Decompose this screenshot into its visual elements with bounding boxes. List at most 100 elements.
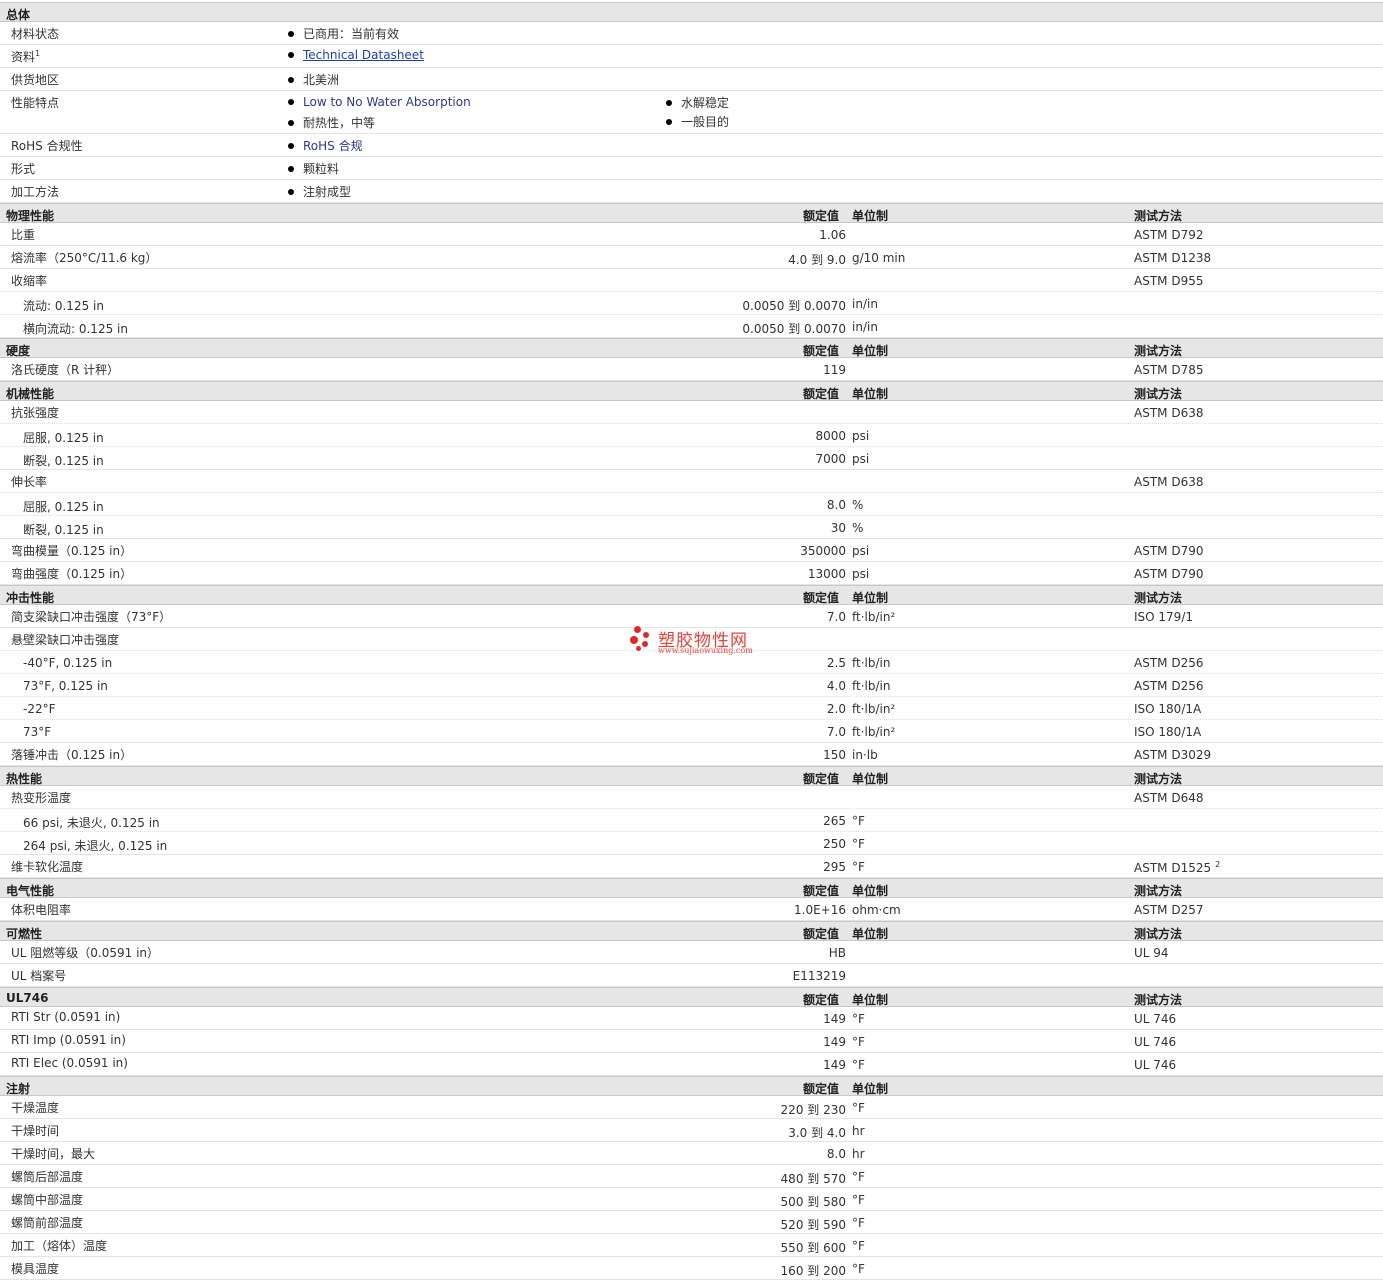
property-row: 干燥时间，最大 8.0 hr <box>0 1142 1383 1165</box>
property-label: 干燥温度 <box>11 1101 60 1115</box>
property-row: 维卡软化温度 295 °F ASTM D1525 2 <box>0 855 1383 878</box>
column-header-value: 额定值 <box>803 344 840 358</box>
column-header-value: 额定值 <box>803 591 840 605</box>
bullet-text: 一般目的 <box>681 115 730 129</box>
row-label: 性能特点 <box>11 96 60 110</box>
column-header-method: 测试方法 <box>1134 884 1183 898</box>
section-title: 总体 <box>6 8 31 22</box>
property-unit: °F <box>852 1193 865 1207</box>
property-label: UL 档案号 <box>11 969 67 983</box>
bullet-dot-icon <box>288 188 294 195</box>
row-label: 资料1 <box>11 49 41 64</box>
property-unit: ft·lb/in <box>852 656 891 670</box>
bullet-text: 北美洲 <box>303 73 340 87</box>
test-method: ASTM D1525 2 <box>1134 860 1221 875</box>
property-label: 干燥时间，最大 <box>11 1147 96 1161</box>
test-method: UL 746 <box>1134 1012 1177 1026</box>
property-label: 横向流动: 0.125 in <box>23 322 128 336</box>
property-value: 295 <box>823 860 846 874</box>
property-row: 简支梁缺口冲击强度（73°F） 7.0 ft·lb/in² ISO 179/1 <box>0 605 1383 628</box>
section-title: 冲击性能 <box>6 591 55 605</box>
property-label: -40°F, 0.125 in <box>23 656 113 670</box>
property-label: 伸长率 <box>11 475 48 489</box>
section-title: UL746 <box>6 991 49 1005</box>
bullet-dot-icon <box>288 98 294 105</box>
column-header-method: 测试方法 <box>1134 591 1183 605</box>
test-method: ASTM D257 <box>1134 903 1204 917</box>
property-row: -22°F 2.0 ft·lb/in² ISO 180/1A <box>0 697 1383 720</box>
test-method: ASTM D3029 <box>1134 748 1212 762</box>
section-title: 热性能 <box>6 772 43 786</box>
section-title: 物理性能 <box>6 209 55 223</box>
section-header: 物理性能 额定值 单位制 测试方法 <box>0 203 1383 223</box>
property-row: 热变形温度 ASTM D648 <box>0 786 1383 809</box>
property-label: 模具温度 <box>11 1262 60 1276</box>
bullet-text: RoHS 合规 <box>303 139 363 153</box>
property-label: 收缩率 <box>11 274 48 288</box>
bullet-text: 注射成型 <box>303 185 352 199</box>
column-header-method: 测试方法 <box>1134 387 1183 401</box>
section-header: 机械性能 额定值 单位制 测试方法 <box>0 381 1383 401</box>
property-unit: ohm·cm <box>852 903 901 917</box>
technical-datasheet-link[interactable]: Technical Datasheet <box>303 48 424 62</box>
section-title: 注射 <box>6 1082 31 1096</box>
property-label: 抗张强度 <box>11 406 60 420</box>
property-value: 4.0 到 9.0 <box>788 253 846 267</box>
footnote-marker: 1 <box>35 49 41 58</box>
property-value: 119 <box>823 363 846 377</box>
property-value: 30 <box>830 521 846 535</box>
property-value: 8.0 <box>826 498 846 512</box>
property-row: 体积电阻率 1.0E+16 ohm·cm ASTM D257 <box>0 898 1383 921</box>
column-header-value: 额定值 <box>803 927 840 941</box>
property-row: UL 阻燃等级（0.0591 in） HB UL 94 <box>0 941 1383 964</box>
property-value: 520 到 590 <box>780 1218 846 1232</box>
property-unit: ft·lb/in² <box>852 702 896 716</box>
test-method: ASTM D785 <box>1134 363 1204 377</box>
property-unit: °F <box>852 1012 865 1026</box>
property-unit: °F <box>852 1216 865 1230</box>
property-label: 比重 <box>11 228 36 242</box>
test-method: ASTM D1238 <box>1134 251 1212 265</box>
property-row: RTI Elec (0.0591 in) 149 °F UL 746 <box>0 1053 1383 1076</box>
property-value: 250 <box>823 837 846 851</box>
column-header-unit: 单位制 <box>852 209 889 223</box>
general-row: 供货地区 北美洲 <box>0 68 1383 91</box>
test-method: ASTM D638 <box>1134 475 1204 489</box>
property-row: 屈服, 0.125 in 8000 psi <box>0 424 1383 447</box>
property-label: 66 psi, 未退火, 0.125 in <box>23 816 160 830</box>
section-header: 注射 额定值 单位制 <box>0 1076 1383 1096</box>
property-label: 断裂, 0.125 in <box>23 454 104 468</box>
property-row: 模具温度 160 到 200 °F <box>0 1257 1383 1280</box>
bullet-dot-icon <box>666 99 672 106</box>
property-label: 弯曲模量（0.125 in） <box>11 544 133 558</box>
bullet-dot-icon <box>288 30 294 37</box>
section-title: 硬度 <box>6 344 31 358</box>
property-value: 0.0050 到 0.0070 <box>742 322 846 336</box>
property-unit: psi <box>852 452 870 466</box>
column-header-unit: 单位制 <box>852 772 889 786</box>
test-method: ASTM D648 <box>1134 791 1204 805</box>
property-label: 弯曲强度（0.125 in） <box>11 567 133 581</box>
property-value: 160 到 200 <box>780 1264 846 1278</box>
property-value: HB <box>828 946 846 960</box>
property-unit: g/10 min <box>852 251 906 265</box>
property-unit: psi <box>852 567 870 581</box>
property-unit: % <box>852 498 864 512</box>
property-label: 螺筒后部温度 <box>11 1170 84 1184</box>
test-method: ASTM D256 <box>1134 679 1204 693</box>
property-unit: in/in <box>852 297 878 311</box>
bullet-item: 注射成型 <box>288 183 351 200</box>
property-label: 73°F, 0.125 in <box>23 679 108 693</box>
column-header-unit: 单位制 <box>852 884 889 898</box>
bullet-dot-icon <box>288 142 294 149</box>
property-row: 螺筒前部温度 520 到 590 °F <box>0 1211 1383 1234</box>
property-value: 500 到 580 <box>780 1195 846 1209</box>
property-value: 149 <box>823 1012 846 1026</box>
test-method: UL 94 <box>1134 946 1169 960</box>
general-row: 性能特点 Low to No Water Absorption 水解稳定 耐热性，中等… <box>0 91 1383 134</box>
property-value: 265 <box>823 814 846 828</box>
property-row: 73°F, 0.125 in 4.0 ft·lb/in ASTM D256 <box>0 674 1383 697</box>
property-value: 0.0050 到 0.0070 <box>742 299 846 313</box>
section-header: 硬度 额定值 单位制 测试方法 <box>0 338 1383 358</box>
property-unit: hr <box>852 1147 865 1161</box>
